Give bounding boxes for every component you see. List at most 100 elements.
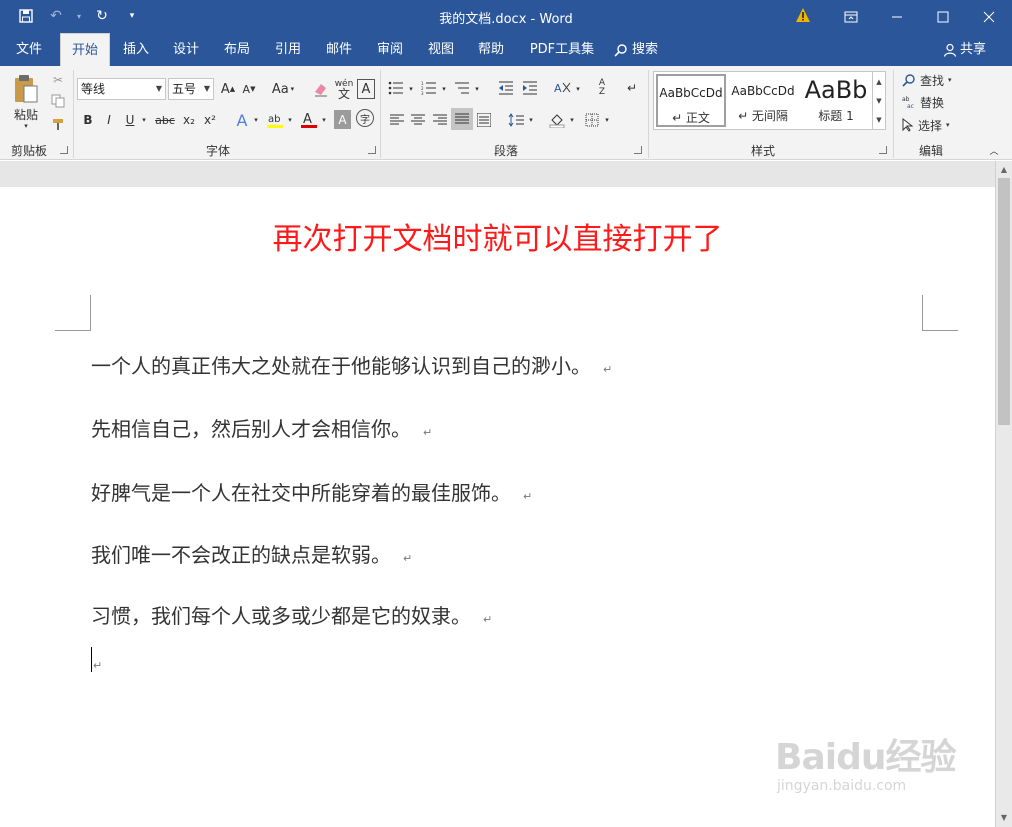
styles-launcher-icon[interactable] xyxy=(879,146,887,154)
more-styles-icon[interactable]: ▼ xyxy=(876,116,881,124)
minimize-icon[interactable] xyxy=(874,0,920,33)
shrink-font-icon[interactable]: A ▼ xyxy=(240,79,258,99)
strikethrough-button[interactable]: abc xyxy=(152,110,178,130)
line-spacing-icon[interactable] xyxy=(506,110,526,130)
italic-button[interactable]: I xyxy=(101,110,117,130)
underline-dropdown-icon[interactable]: ▾ xyxy=(139,110,149,130)
increase-indent-icon[interactable] xyxy=(520,78,540,98)
paragraph[interactable]: 习惯，我们每个人或多或少都是它的奴隶。 ↵ xyxy=(91,600,492,629)
replace-button[interactable]: ab ac 替换 xyxy=(902,93,966,111)
text-effects-icon[interactable]: A xyxy=(232,109,252,131)
paragraph[interactable]: 好脾气是一个人在社交中所能穿着的最佳服饰。 ↵ xyxy=(91,477,532,506)
grow-font-icon[interactable]: A ▲ xyxy=(219,79,237,99)
bullets-icon[interactable] xyxy=(386,78,406,98)
font-name-combo[interactable]: 等线 ▼ xyxy=(77,78,166,100)
superscript-button[interactable]: x² xyxy=(201,110,219,130)
cut-icon[interactable]: ✂ xyxy=(48,71,68,89)
chevron-down-icon[interactable]: ▼ xyxy=(876,97,881,105)
tab-help[interactable]: 帮助 xyxy=(468,33,514,66)
maximize-icon[interactable] xyxy=(920,0,966,33)
distributed-icon[interactable] xyxy=(475,110,493,130)
style-no-spacing[interactable]: AaBbCcDd ↵ 无间隔 xyxy=(728,74,798,127)
align-center-icon[interactable] xyxy=(409,110,427,130)
copy-icon[interactable] xyxy=(48,92,68,110)
align-right-icon[interactable] xyxy=(431,110,449,130)
tab-pdf-tools[interactable]: PDF工具集 xyxy=(522,33,602,66)
font-launcher-icon[interactable] xyxy=(368,146,376,154)
font-color-dropdown-icon[interactable]: ▾ xyxy=(319,110,329,130)
paragraph[interactable]: 先相信自己，然后别人才会相信你。 ↵ xyxy=(91,413,432,442)
tab-home[interactable]: 开始 xyxy=(60,33,110,66)
paste-button-label[interactable]: 粘贴 xyxy=(10,106,42,122)
paste-icon[interactable] xyxy=(8,72,44,106)
close-icon[interactable] xyxy=(966,0,1012,33)
bullets-dropdown-icon[interactable]: ▾ xyxy=(406,79,416,99)
paragraph-mark: ↵ xyxy=(523,490,533,503)
warning-icon[interactable] xyxy=(795,6,811,24)
character-shading-icon[interactable]: A xyxy=(334,110,351,129)
group-separator xyxy=(73,70,74,158)
enclose-characters-icon[interactable]: 字 xyxy=(356,109,374,127)
scroll-thumb[interactable] xyxy=(998,178,1010,425)
tab-references[interactable]: 引用 xyxy=(265,33,311,66)
vertical-scrollbar[interactable]: ▲ ▼ xyxy=(995,161,1012,827)
numbering-icon[interactable]: 123 xyxy=(419,78,439,98)
tab-layout[interactable]: 布局 xyxy=(214,33,260,66)
borders-icon[interactable] xyxy=(582,110,602,130)
paragraph[interactable]: 我们唯一不会改正的缺点是软弱。 ↵ xyxy=(91,539,412,568)
find-button[interactable]: 查找 ▾ xyxy=(902,71,966,89)
shading-dropdown-icon[interactable]: ▾ xyxy=(567,110,577,130)
tell-me-search[interactable]: 搜索 xyxy=(614,33,668,66)
style-heading-1[interactable]: AaBb 标题 1 xyxy=(800,74,872,127)
style-normal[interactable]: AaBbCcDd ↵ 正文 xyxy=(656,74,726,127)
sort-icon[interactable]: AZ xyxy=(592,76,612,100)
show-formatting-marks-icon[interactable]: ↵ xyxy=(624,78,640,98)
decrease-indent-icon[interactable] xyxy=(496,78,516,98)
scroll-down-icon[interactable]: ▼ xyxy=(998,811,1010,825)
phonetic-guide-button[interactable]: wén 文 xyxy=(333,77,355,101)
collapse-ribbon-icon[interactable]: ︿ xyxy=(986,144,1002,157)
text-effects-dropdown-icon[interactable]: ▾ xyxy=(251,110,261,130)
chevron-up-icon[interactable]: ▲ xyxy=(876,78,881,86)
highlight-color-icon[interactable]: ab xyxy=(264,109,286,131)
clipboard-launcher-icon[interactable] xyxy=(60,146,68,154)
font-color-icon[interactable]: A xyxy=(298,109,320,131)
bold-button[interactable]: B xyxy=(80,110,96,130)
numbering-dropdown-icon[interactable]: ▾ xyxy=(439,79,449,99)
tab-mailings[interactable]: 邮件 xyxy=(316,33,362,66)
chinese-layout-icon[interactable]: A xyxy=(552,78,574,98)
replace-label: 替换 xyxy=(920,95,945,110)
paragraph-text: 习惯，我们每个人或多或少都是它的奴隶。 xyxy=(91,604,471,628)
paragraph-launcher-icon[interactable] xyxy=(634,146,642,154)
scroll-up-icon[interactable]: ▲ xyxy=(998,163,1010,177)
highlight-dropdown-icon[interactable]: ▾ xyxy=(285,110,295,130)
select-button[interactable]: 选择 ▾ xyxy=(902,116,966,134)
tab-review[interactable]: 审阅 xyxy=(367,33,413,66)
line-spacing-dropdown-icon[interactable]: ▾ xyxy=(526,110,536,130)
tab-view[interactable]: 视图 xyxy=(418,33,464,66)
font-size-combo[interactable]: 五号 ▼ xyxy=(168,78,214,100)
shading-icon[interactable] xyxy=(547,110,567,130)
clear-formatting-icon[interactable] xyxy=(311,79,331,99)
multilevel-dropdown-icon[interactable]: ▾ xyxy=(472,79,482,99)
underline-button[interactable]: U xyxy=(122,110,138,130)
multilevel-list-icon[interactable] xyxy=(452,78,472,98)
empty-paragraph[interactable]: ↵ xyxy=(93,650,102,674)
paste-dropdown-icon[interactable]: ▾ xyxy=(20,121,32,131)
paragraph[interactable]: 一个人的真正伟大之处就在于他能够认识到自己的渺小。 ↵ xyxy=(91,350,612,379)
tab-insert[interactable]: 插入 xyxy=(113,33,159,66)
styles-scroll[interactable]: ▲ ▼ ▼ xyxy=(872,72,885,129)
text-cursor xyxy=(91,647,92,672)
chinese-layout-dropdown-icon[interactable]: ▾ xyxy=(573,79,583,99)
align-left-icon[interactable] xyxy=(388,110,406,130)
format-painter-icon[interactable] xyxy=(48,115,68,133)
justify-icon[interactable] xyxy=(451,108,473,130)
change-case-button[interactable]: Aa ▾ xyxy=(268,79,298,99)
subscript-button[interactable]: x₂ xyxy=(180,110,198,130)
tab-file[interactable]: 文件 xyxy=(6,33,52,66)
share-button[interactable]: 共享 xyxy=(943,33,986,66)
ribbon-display-icon[interactable] xyxy=(828,0,874,33)
character-border-icon[interactable]: A xyxy=(357,79,375,99)
borders-dropdown-icon[interactable]: ▾ xyxy=(602,110,612,130)
tab-design[interactable]: 设计 xyxy=(163,33,209,66)
